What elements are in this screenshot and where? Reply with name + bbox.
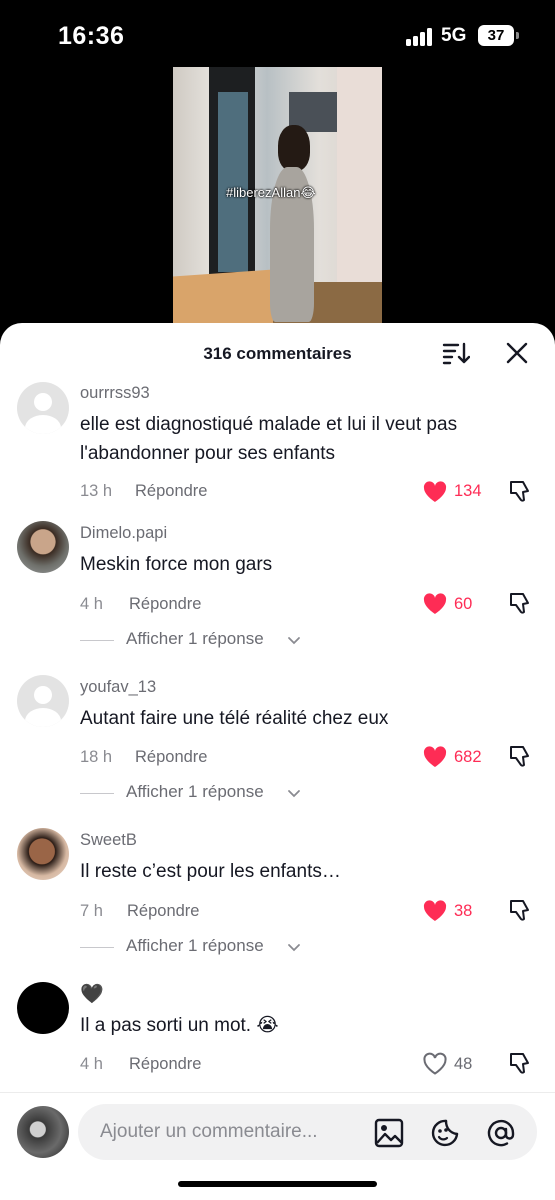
like-count: 38 — [454, 902, 473, 920]
battery-icon: 37 — [478, 25, 514, 46]
status-time: 16:36 — [58, 22, 125, 50]
comment-username[interactable]: Dimelo.papi — [80, 524, 167, 543]
view-replies-button[interactable]: Afficher 1 réponse — [80, 629, 380, 651]
avatar[interactable] — [17, 382, 69, 434]
heart-outline-icon[interactable] — [422, 1052, 448, 1076]
view-replies-label: Afficher 1 réponse — [126, 629, 264, 648]
comment-time: 4 h — [80, 1055, 103, 1073]
comment-count-title: 316 commentaires — [203, 344, 352, 363]
image-icon[interactable] — [374, 1118, 404, 1148]
video-thumbnail[interactable]: #liberezAllan😂 — [173, 67, 382, 337]
view-replies-label: Afficher 1 réponse — [126, 782, 264, 801]
comment-username[interactable]: 🖤 — [80, 982, 104, 1006]
video-overlay-caption: #liberezAllan😂 — [226, 185, 316, 201]
chevron-down-icon — [288, 637, 300, 645]
cellular-signal-icon — [406, 28, 434, 46]
comment-time: 13 h — [80, 482, 113, 500]
avatar[interactable] — [17, 828, 69, 880]
like-count: 134 — [454, 482, 482, 500]
like-count: 60 — [454, 595, 473, 613]
reply-button[interactable]: Répondre — [127, 902, 199, 921]
comment-username[interactable]: youfav_13 — [80, 678, 156, 697]
home-indicator[interactable] — [178, 1181, 377, 1187]
comment-time: 4 h — [80, 595, 103, 613]
heart-filled-icon[interactable] — [422, 899, 448, 923]
dislike-icon[interactable] — [507, 898, 532, 923]
dislike-icon[interactable] — [507, 1051, 532, 1076]
avatar[interactable] — [17, 982, 69, 1034]
dislike-icon[interactable] — [507, 744, 532, 769]
view-replies-button[interactable]: Afficher 1 réponse — [80, 936, 380, 958]
reply-button[interactable]: Répondre — [129, 595, 201, 614]
video-door-glass — [218, 92, 248, 272]
comment-username[interactable]: ourrrss93 — [80, 384, 150, 403]
dislike-icon[interactable] — [507, 479, 532, 504]
comments-sheet: 316 commentaires ourrrss93 elle est diag… — [0, 323, 555, 1200]
close-icon[interactable] — [505, 341, 529, 365]
comment-time: 7 h — [80, 902, 103, 920]
comment-text: Autant faire une télé réalité chez eux — [80, 708, 389, 729]
sort-icon[interactable] — [442, 341, 470, 365]
comment-time: 18 h — [80, 748, 113, 766]
view-replies-button[interactable]: Afficher 1 réponse — [80, 782, 380, 804]
reply-button[interactable]: Répondre — [135, 482, 207, 501]
comment-input-box[interactable] — [78, 1104, 537, 1160]
reply-divider — [80, 793, 114, 794]
reply-button[interactable]: Répondre — [135, 748, 207, 767]
chevron-down-icon — [288, 944, 300, 952]
my-avatar[interactable] — [17, 1106, 69, 1158]
avatar[interactable] — [17, 675, 69, 727]
reply-divider — [80, 640, 114, 641]
video-person-head — [278, 125, 310, 171]
comment-text: Il reste c’est pour les enfants… — [80, 861, 341, 882]
mention-icon[interactable] — [486, 1118, 516, 1148]
video-overlay-hashtag: #liberezAllan — [226, 185, 301, 200]
avatar[interactable] — [17, 521, 69, 573]
reply-divider — [80, 947, 114, 948]
chevron-down-icon — [288, 790, 300, 798]
comment-text: elle est diagnostiqué malade et lui il v… — [80, 414, 458, 464]
comment-input[interactable] — [100, 1118, 370, 1146]
comment-text: Meskin force mon gars — [80, 554, 273, 575]
heart-filled-icon[interactable] — [422, 592, 448, 616]
status-bar: 16:36 5G 37 — [0, 0, 555, 70]
like-count: 48 — [454, 1055, 473, 1073]
network-type: 5G — [441, 25, 467, 46]
comment-composer — [0, 1092, 555, 1200]
comment-username[interactable]: SweetB — [80, 831, 137, 850]
battery-cap — [516, 32, 519, 39]
like-count: 682 — [454, 748, 482, 766]
emoji-sticker-icon[interactable] — [430, 1118, 460, 1148]
comment-text: Il a pas sorti un mot. 😭 — [80, 1015, 279, 1036]
video-overlay-emoji: 😂 — [300, 185, 316, 200]
heart-filled-icon[interactable] — [422, 480, 448, 504]
dislike-icon[interactable] — [507, 591, 532, 616]
reply-button[interactable]: Répondre — [129, 1055, 201, 1074]
battery-level: 37 — [487, 27, 505, 44]
heart-filled-icon[interactable] — [422, 745, 448, 769]
comments-header: 316 commentaires — [0, 323, 555, 383]
view-replies-label: Afficher 1 réponse — [126, 936, 264, 955]
